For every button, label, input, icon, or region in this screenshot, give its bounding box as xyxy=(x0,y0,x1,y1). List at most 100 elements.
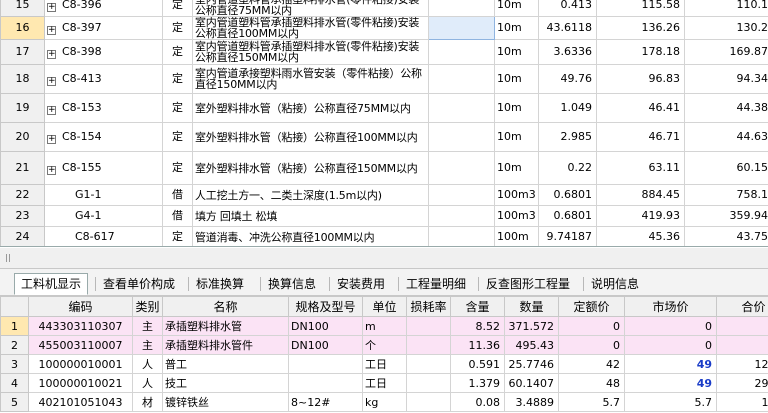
total-price-cell[interactable]: 130.2 xyxy=(684,16,768,40)
expand-icon[interactable]: + xyxy=(47,134,56,144)
row-number[interactable]: 22 xyxy=(0,184,45,206)
expand-icon[interactable]: + xyxy=(47,2,56,12)
quota-row[interactable]: 23 G4-1 借填方 回填土 松填 100m3 0.6801 419.93 359.94 xyxy=(0,205,768,227)
header-name[interactable]: 名称 xyxy=(162,296,289,317)
type-cell[interactable]: 借 xyxy=(162,184,193,206)
resource-code-cell[interactable]: 100000010001 xyxy=(28,354,133,374)
spec-cell[interactable]: DN100 xyxy=(288,335,363,355)
resource-code-cell[interactable]: 455003110007 xyxy=(28,335,133,355)
quantity-cell[interactable]: 0.413 xyxy=(538,0,597,17)
resource-name-cell[interactable]: 镀锌铁丝 xyxy=(162,392,289,412)
quota-row[interactable]: 20 + C8-154 定室外塑料排水管（粘接）公称直径100MM以内 10m 2.985… xyxy=(0,122,768,152)
unit-price-cell[interactable]: 115.58 xyxy=(596,0,685,17)
resource-code-cell[interactable]: 443303110307 xyxy=(28,316,133,336)
header-spec[interactable]: 规格及型号 xyxy=(288,296,363,317)
resource-unit-cell[interactable]: 工日 xyxy=(362,354,407,374)
quota-price-cell[interactable]: 0 xyxy=(558,316,625,336)
category-cell[interactable]: 人 xyxy=(132,373,163,393)
header-loss-rate[interactable]: 损耗率 xyxy=(406,296,451,317)
description-cell[interactable]: 室内管道承接塑料雨水管安装（零件粘接）公称直径150MM以内 xyxy=(192,64,429,94)
quantity-cell[interactable]: 0.22 xyxy=(538,151,597,185)
row-number[interactable]: 2 xyxy=(0,335,29,355)
type-cell[interactable]: 定 xyxy=(162,93,193,123)
resource-quantity-cell[interactable]: 495.43 xyxy=(504,335,559,355)
quantity-cell[interactable]: 0.6801 xyxy=(538,205,597,227)
resource-total-cell[interactable]: 2946. xyxy=(716,373,768,393)
header-code[interactable]: 编码 xyxy=(28,296,133,317)
description-cell[interactable]: 人工挖土方一、二类土深度(1.5m以内) xyxy=(192,184,429,206)
quota-row[interactable]: 24 C8-617 定管道消毒、冲洗公称直径100MM以内 100m 9.74187 45… xyxy=(0,226,768,246)
expand-icon[interactable]: + xyxy=(47,25,56,35)
content-cell[interactable]: 0.08 xyxy=(450,392,505,412)
description-cell[interactable]: 室内管道塑料管承插塑料排水管(零件粘接)安装公称直径100MM以内 xyxy=(192,16,429,40)
total-price-cell[interactable]: 43.75 xyxy=(684,226,768,246)
header-content[interactable]: 含量 xyxy=(450,296,505,317)
resource-total-cell[interactable] xyxy=(716,335,768,355)
total-price-cell[interactable]: 110.1 xyxy=(684,0,768,17)
header-quantity[interactable]: 数量 xyxy=(504,296,559,317)
spec-cell[interactable]: 8~12# xyxy=(288,392,363,412)
tab-conversion-info[interactable]: 换算信息 xyxy=(261,273,323,295)
row-number[interactable]: 3 xyxy=(0,354,29,374)
row-number[interactable]: 4 xyxy=(0,373,29,393)
resource-quantity-cell[interactable]: 3.4889 xyxy=(504,392,559,412)
quota-row[interactable]: 17 + C8-398 定室内管道塑料管承插塑料排水管(零件粘接)安装公称直径150M… xyxy=(0,39,768,65)
resource-row[interactable]: 3100000010001人普工 工日 0.59125.774642491262. xyxy=(0,354,768,374)
blank-cell[interactable] xyxy=(428,39,495,65)
tab-description-info[interactable]: 说明信息 xyxy=(584,273,646,295)
row-number[interactable]: 15 xyxy=(0,0,45,17)
resource-total-cell[interactable] xyxy=(716,316,768,336)
content-cell[interactable]: 8.52 xyxy=(450,316,505,336)
resource-grid[interactable]: 编码 类别 名称 规格及型号 单位 损耗率 含量 数量 定额价 市场价 合价 1… xyxy=(0,296,768,413)
blank-cell[interactable] xyxy=(428,151,495,185)
code-cell[interactable]: C8-617 xyxy=(44,226,163,246)
unit-cell[interactable]: 10m xyxy=(494,151,539,185)
resource-quantity-cell[interactable]: 371.572 xyxy=(504,316,559,336)
quantity-cell[interactable]: 0.6801 xyxy=(538,184,597,206)
expand-icon[interactable]: + xyxy=(47,165,56,175)
unit-price-cell[interactable]: 45.36 xyxy=(596,226,685,246)
blank-cell[interactable] xyxy=(428,205,495,227)
market-price-cell[interactable]: 49 xyxy=(624,373,717,393)
quota-row[interactable]: 19 + C8-153 定室外塑料排水管（粘接）公称直径75MM以内 10m 1.049 4… xyxy=(0,93,768,123)
code-cell[interactable]: + C8-154 xyxy=(44,122,163,152)
code-cell[interactable]: + C8-153 xyxy=(44,93,163,123)
unit-cell[interactable]: 10m xyxy=(494,122,539,152)
total-price-cell[interactable]: 94.34 xyxy=(684,64,768,94)
unit-cell[interactable]: 100m3 xyxy=(494,205,539,227)
header-category[interactable]: 类别 xyxy=(132,296,163,317)
category-cell[interactable]: 人 xyxy=(132,354,163,374)
code-cell[interactable]: G1-1 xyxy=(44,184,163,206)
resource-name-cell[interactable]: 普工 xyxy=(162,354,289,374)
total-price-cell[interactable]: 44.38 xyxy=(684,93,768,123)
type-cell[interactable]: 定 xyxy=(162,64,193,94)
type-cell[interactable]: 借 xyxy=(162,205,193,227)
unit-price-cell[interactable]: 136.26 xyxy=(596,16,685,40)
unit-price-cell[interactable]: 46.71 xyxy=(596,122,685,152)
blank-cell[interactable] xyxy=(428,0,495,17)
header-market-price[interactable]: 市场价 xyxy=(624,296,717,317)
row-number[interactable]: 19 xyxy=(0,93,45,123)
category-cell[interactable]: 主 xyxy=(132,335,163,355)
description-cell[interactable]: 室外塑料排水管（粘接）公称直径75MM以内 xyxy=(192,93,429,123)
quota-price-cell[interactable]: 0 xyxy=(558,335,625,355)
loss-rate-cell[interactable] xyxy=(406,335,451,355)
panel-splitter[interactable] xyxy=(0,248,768,268)
quota-price-cell[interactable]: 48 xyxy=(558,373,625,393)
total-price-cell[interactable]: 60.15 xyxy=(684,151,768,185)
header-unit[interactable]: 单位 xyxy=(362,296,407,317)
expand-icon[interactable]: + xyxy=(47,105,56,115)
resource-name-cell[interactable]: 承插塑料排水管件 xyxy=(162,335,289,355)
header-total[interactable]: 合价 xyxy=(716,296,768,317)
resource-quantity-cell[interactable]: 25.7746 xyxy=(504,354,559,374)
unit-price-cell[interactable]: 419.93 xyxy=(596,205,685,227)
total-price-cell[interactable]: 44.63 xyxy=(684,122,768,152)
quantity-cell[interactable]: 43.6118 xyxy=(538,16,597,40)
header-quota-price[interactable]: 定额价 xyxy=(558,296,625,317)
row-number[interactable]: 23 xyxy=(0,205,45,227)
quantity-cell[interactable]: 49.76 xyxy=(538,64,597,94)
tab-reverse-graphic-quantity[interactable]: 反查图形工程量 xyxy=(479,273,577,295)
tab-installation-fee[interactable]: 安装费用 xyxy=(330,273,392,295)
unit-cell[interactable]: 10m xyxy=(494,93,539,123)
blank-cell[interactable] xyxy=(428,16,495,40)
